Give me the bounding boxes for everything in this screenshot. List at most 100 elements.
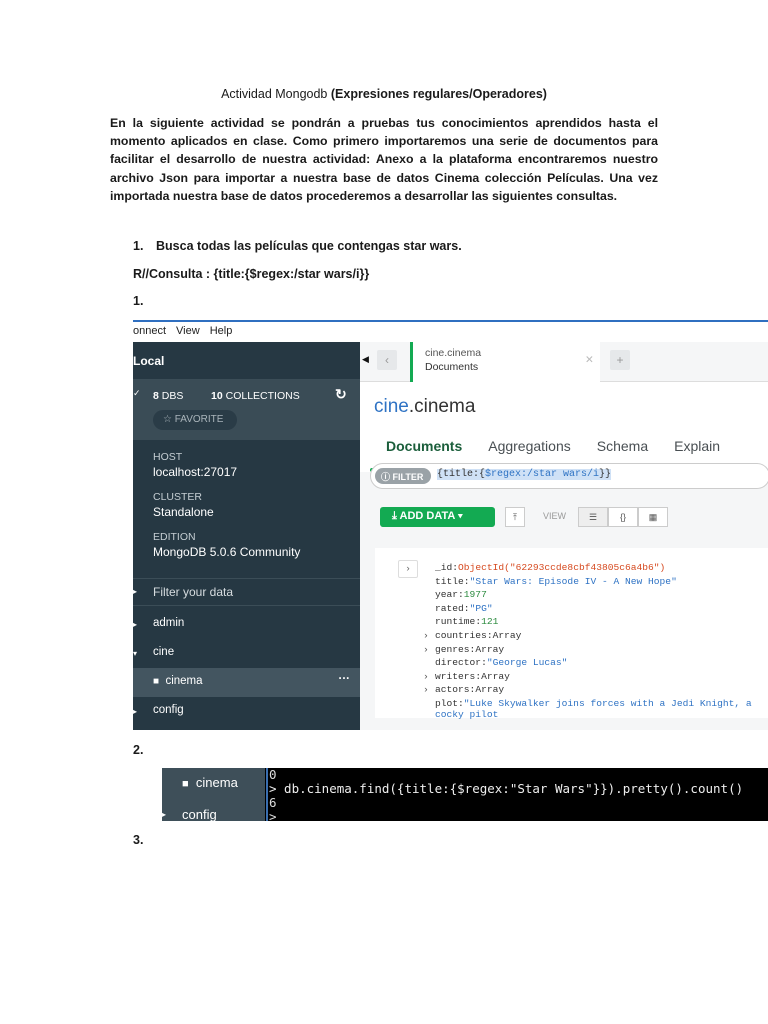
collapse-icon[interactable]: ◀ [362,354,369,365]
expand-icon[interactable]: › [423,684,429,695]
view-label: VIEW [543,511,567,521]
filter-query-input[interactable]: {title:{$regex:/star wars/i}} [437,469,612,480]
intro-paragraph: En la siguiente actividad se pondrán a p… [110,116,658,203]
cluster-value: Standalone [153,505,214,519]
tab-documents[interactable]: cine.cinema Documents ✕ [410,342,600,382]
instance-info: HOST localhost:27017 CLUSTER Standalone … [133,450,360,560]
host-value: localhost:27017 [153,465,238,479]
close-icon[interactable]: ✕ [585,354,594,366]
field-value: "PG" [469,602,493,614]
field-value: Array [475,643,505,655]
json-view-button[interactable]: {} [608,507,638,527]
sidebar-item-admin[interactable]: ▸ admin [133,610,360,639]
tab-bar: ◀ ‹ cine.cinema Documents ✕ + [360,342,768,382]
menu-connect[interactable]: onnect [133,325,166,337]
expand-icon[interactable]: › [423,630,429,641]
document-field[interactable]: countries:Array › [423,630,522,644]
sidebar-item-cinema[interactable]: ■ cinema ··· [133,668,360,697]
filter-bar[interactable]: ⓘ FILTER {title:{$regex:/star wars/i}} [370,463,768,489]
field-value: "Star Wars: Episode IV - A New Hope" [469,575,677,587]
menu-view[interactable]: View [176,325,200,337]
sidebar-item-cinema[interactable]: ■ cinema [182,775,238,790]
back-button[interactable]: ‹ [377,350,397,370]
filter-data-input[interactable]: ▸ Filter your data [133,578,360,606]
filter-pill: ⓘ FILTER [375,468,431,484]
refresh-icon[interactable]: ↻ [335,386,347,403]
field-value: ObjectId("62293ccde8cbf43805c6a4b6") [458,562,666,573]
tab-schema[interactable]: Schema [597,438,648,454]
expand-document-button[interactable]: › [398,560,418,578]
expand-icon[interactable]: › [423,671,429,682]
title-text: Actividad Mongodb [221,87,328,101]
document-field: rated:"PG" [435,602,493,614]
edition-label: EDITION [153,531,196,543]
document-field[interactable]: genres:Array › [423,643,505,658]
sidebar-item-config[interactable]: ▸ config [133,697,360,726]
collection-title: cine.cinema [374,396,476,417]
title-bold: (Expresiones regulares/Operadores) [330,87,547,101]
field-value: Array [492,630,522,641]
field-value: "George Lucas" [486,657,568,669]
shell-result: 6 [269,795,277,810]
search-icon: ▸ [133,587,138,596]
field-value: 121 [481,616,499,628]
tab-label: Documents [425,361,479,373]
shell-line: 0 [269,768,277,782]
document-field: director:"George Lucas" [435,657,568,669]
field-value: Array [475,684,505,696]
add-data-button[interactable]: ⤓ ADD DATA ▾ [380,507,495,527]
favorite-button[interactable]: ☆ FAVORITE [153,410,237,430]
document-field: year:1977 [435,589,487,601]
export-icon[interactable]: ⤒ [505,507,525,527]
expand-icon[interactable]: › [423,644,429,655]
label-1: 1. [133,294,144,308]
main-panel: ◀ ‹ cine.cinema Documents ✕ + cine.cinem… [360,342,768,730]
shell-prompt: > [269,809,277,822]
item-1-text: Busca todas las películas que contengas … [156,239,462,253]
document-field: runtime:121 [435,616,499,628]
cluster-label: CLUSTER [153,491,203,503]
document-field[interactable]: writers:Array › [423,670,510,685]
answer-query: R//Consulta : {title:{$regex:/star wars/… [133,267,370,281]
document-title: Actividad Mongodb (Expresiones regulares… [0,87,768,101]
folder-icon: ■ [153,676,160,687]
host-label: HOST [153,451,183,463]
shell-sidebar: ■ cinema config ▸ [162,768,265,821]
shell-screenshot: ■ cinema config ▸ 0 > db.cinema.find({ti… [162,768,768,821]
folder-icon: ■ [182,778,189,790]
document-field: plot:"Luke Skywalker joins forces with a… [435,698,752,720]
more-icon[interactable]: ··· [339,673,351,685]
check-icon: ✓ [133,388,141,398]
document-field: _id:ObjectId("62293ccde8cbf43805c6a4b6") [435,562,666,573]
edition-value: MongoDB 5.0.6 Community [153,545,301,559]
sidebar: Local ✓ 8 DBS 10 COLLECTIONS ↻ ☆ FAVORIT… [133,342,360,730]
collections-count: 10 COLLECTIONS [211,390,300,402]
document-card: › _id:ObjectId("62293ccde8cbf43805c6a4b6… [375,548,768,720]
sidebar-item-cine[interactable]: ▾ cine [133,639,360,668]
sidebar-item-config[interactable]: config [182,807,217,821]
connection-name: Local [133,342,360,380]
menu-help[interactable]: Help [210,325,233,337]
document-field: title:"Star Wars: Episode IV - A New Hop… [435,575,677,587]
tab-documents-view[interactable]: Documents [386,438,462,454]
tab-explain[interactable]: Explain [674,438,720,454]
caret-icon: ▸ [162,810,167,819]
shell-terminal[interactable]: 0 > db.cinema.find({title:{$regex:"Star … [266,768,743,821]
shell-command: > db.cinema.find({title:{$regex:"Star Wa… [269,781,744,796]
tab-aggregations[interactable]: Aggregations [488,438,571,454]
collection-tabs: Documents Aggregations Schema Explain [386,438,746,454]
field-value: Array [481,670,510,682]
new-tab-button[interactable]: + [610,350,630,370]
stats-panel: ✓ 8 DBS 10 COLLECTIONS ↻ ☆ FAVORITE [133,380,360,440]
field-value: "Luke Skywalker joins forces with a Jedi… [435,698,752,720]
document-field[interactable]: actors:Array › [423,684,505,698]
tab-namespace: cine.cinema [425,347,482,359]
list-view-button[interactable]: ☰ [578,507,608,527]
table-view-button[interactable]: ▦ [638,507,668,527]
field-value: 1977 [463,589,487,601]
menu-bar: onnect View Help [133,322,768,342]
label-2: 2. [133,743,144,757]
compass-screenshot: onnect View Help Local ✓ 8 DBS 10 COLLECTI… [133,320,768,730]
dbs-count: 8 DBS [153,390,184,402]
item-1-number: 1. [133,239,144,253]
